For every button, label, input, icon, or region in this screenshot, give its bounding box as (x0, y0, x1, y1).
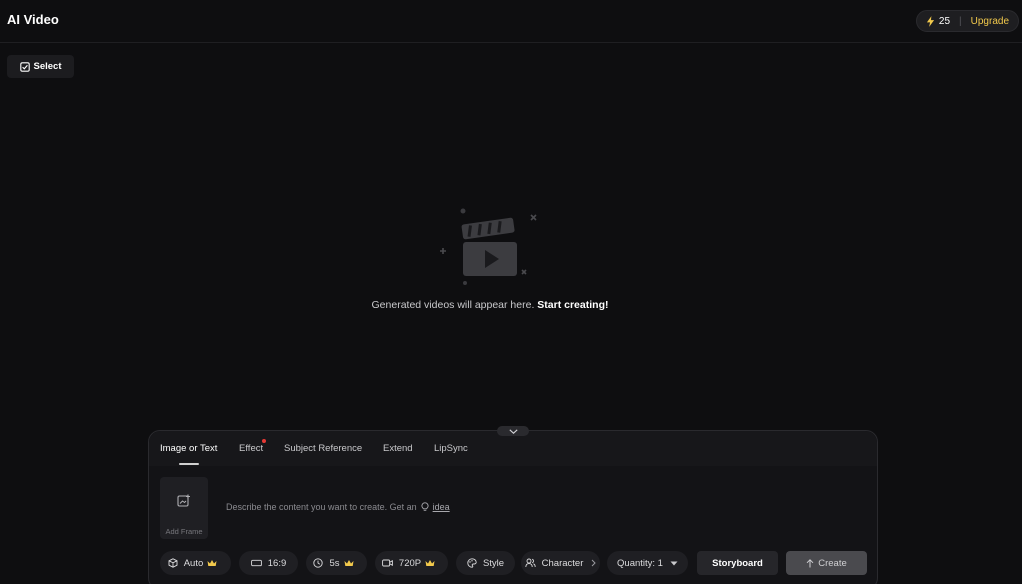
upgrade-button[interactable]: Upgrade (971, 16, 1009, 27)
create-button[interactable]: Create (786, 551, 867, 575)
clapperboard-icon (440, 208, 537, 285)
crown-icon (207, 560, 217, 566)
credits-pill: 25 | Upgrade (915, 10, 1019, 32)
chevron-down-icon (670, 561, 678, 565)
select-button[interactable]: Select (7, 55, 74, 78)
collapse-panel-button[interactable] (497, 426, 529, 436)
bolt-icon (926, 15, 935, 27)
model-select[interactable]: Auto (160, 551, 231, 575)
page-title: AI Video (7, 12, 59, 27)
quantity-select[interactable]: Quantity: 1 (607, 551, 688, 575)
video-camera-icon (382, 559, 393, 567)
clock-icon (313, 558, 324, 568)
quantity-value: Quantity: 1 (617, 557, 663, 569)
tab-extend[interactable]: Extend (383, 443, 413, 454)
resolution-select[interactable]: 720P (375, 551, 448, 575)
create-button-label: Create (818, 557, 847, 569)
add-image-icon (177, 494, 190, 507)
resolution-value: 720P (398, 557, 422, 569)
tab-effect[interactable]: Effect (239, 443, 263, 454)
aspect-ratio-icon (250, 559, 262, 567)
chevron-right-icon (592, 559, 597, 567)
empty-state-text: Generated videos will appear here. (371, 299, 535, 311)
chevron-down-icon (508, 428, 518, 434)
prompt-input[interactable]: Describe the content you want to create.… (226, 502, 450, 512)
storyboard-button[interactable]: Storyboard (697, 551, 778, 575)
aspect-ratio-select[interactable]: 16:9 (239, 551, 298, 575)
start-creating-link[interactable]: Start creating! (537, 299, 608, 311)
tab-bar: Image or Text Effect Subject Reference E… (149, 431, 877, 466)
active-tab-indicator (179, 463, 199, 465)
pill-divider: | (959, 15, 962, 27)
people-icon (524, 558, 536, 568)
tab-image-or-text[interactable]: Image or Text (160, 443, 217, 454)
character-select[interactable]: Character (521, 551, 600, 575)
header-bar: AI Video 25 | Upgrade (0, 0, 1022, 43)
empty-state-message: Generated videos will appear here. Start… (0, 299, 980, 311)
select-button-label: Select (33, 61, 62, 72)
aspect-ratio-value: 16:9 (267, 557, 287, 569)
tab-subject-reference[interactable]: Subject Reference (284, 443, 362, 454)
arrow-up-icon (806, 558, 814, 567)
duration-value: 5s (329, 557, 340, 569)
cube-icon (168, 558, 178, 568)
tab-lipsync[interactable]: LipSync (434, 443, 468, 454)
crown-icon (344, 560, 354, 566)
add-frame-label: Add Frame (165, 527, 203, 536)
composer-panel: Image or Text Effect Subject Reference E… (148, 430, 878, 584)
checkbox-icon (19, 61, 30, 72)
character-value: Character (541, 557, 584, 569)
duration-select[interactable]: 5s (306, 551, 367, 575)
lightbulb-icon (421, 502, 429, 511)
style-select[interactable]: Style (456, 551, 515, 575)
notification-dot (262, 439, 266, 443)
model-value: Auto (183, 557, 204, 569)
add-frame-button[interactable]: Add Frame (160, 477, 208, 539)
prompt-placeholder: Describe the content you want to create.… (226, 502, 417, 512)
crown-icon (425, 560, 435, 566)
style-value: Style (482, 557, 505, 569)
credits-count: 25 (938, 15, 951, 27)
palette-icon (467, 558, 477, 568)
idea-link[interactable]: idea (433, 502, 450, 512)
